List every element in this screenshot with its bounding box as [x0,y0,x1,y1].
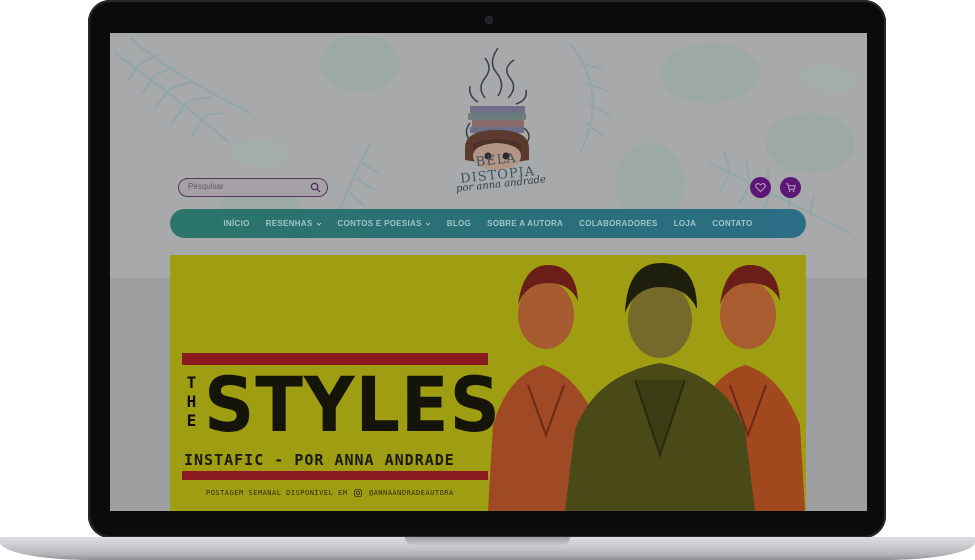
wishlist-button[interactable] [750,177,771,198]
search-icon[interactable] [310,182,321,193]
instagram-icon [354,489,363,497]
nav-label: INÍCIO [223,219,250,228]
chevron-down-icon [425,222,431,226]
nav-item-contos-e-poesias[interactable]: CONTOS E POESIAS [338,219,431,228]
nav-label: BLOG [446,219,472,228]
heart-icon [755,183,766,193]
banner-accent-bar-bottom [182,471,488,480]
cart-button[interactable] [780,177,801,198]
laptop-notch [405,537,570,545]
nav-label: CONTATO [712,219,753,228]
nav-item-sobre-a-autora[interactable]: SOBRE A AUTORA [487,219,563,228]
main-navigation: INÍCIO RESENHAS CONTOS E POESIAS BLOG SO… [170,209,806,238]
nav-item-contato[interactable]: CONTATO [712,219,752,228]
nav-item-blog[interactable]: BLOG [447,219,471,228]
nav-label: LOJA [673,219,697,228]
nav-item-colaboradores[interactable]: COLABORADORES [579,219,658,228]
banner-the-label: THE [182,373,201,430]
search-placeholder: Pesquisar [188,182,224,191]
banner-handle: @ANNAANDRADEAUTORA [368,489,454,497]
chevron-down-icon [316,222,321,226]
banner-title: STYLES [204,360,501,449]
nav-item-loja[interactable]: LOJA [674,219,697,228]
website-screen: BELA DISTOPIA por anna andrade Pesquisar… [110,33,867,511]
hero-banner[interactable]: THE STYLES INSTAFIC - POR ANNA ANDRADE P… [170,255,806,511]
banner-subtitle: INSTAFIC - POR ANNA ANDRADE [184,451,455,469]
nav-label: CONTOS E POESIAS [337,219,422,228]
nav-label: RESENHAS [265,219,313,228]
nav-item-resenhas[interactable]: RESENHAS [266,219,322,228]
banner-post-line: POSTAGEM SEMANAL DISPONÍVEL EM @ANNAANDR… [206,489,454,497]
webcam-dot [486,17,492,23]
search-input[interactable]: Pesquisar [178,178,328,197]
cart-icon [785,183,796,193]
nav-item-inicio[interactable]: INÍCIO [223,219,249,228]
portrait-figure-center [565,263,755,511]
nav-label: COLABORADORES [579,219,658,228]
banner-post-text: POSTAGEM SEMANAL DISPONÍVEL EM [206,489,348,497]
nav-label: SOBRE A AUTORA [487,219,564,228]
banner-the-text: THE [182,373,201,434]
